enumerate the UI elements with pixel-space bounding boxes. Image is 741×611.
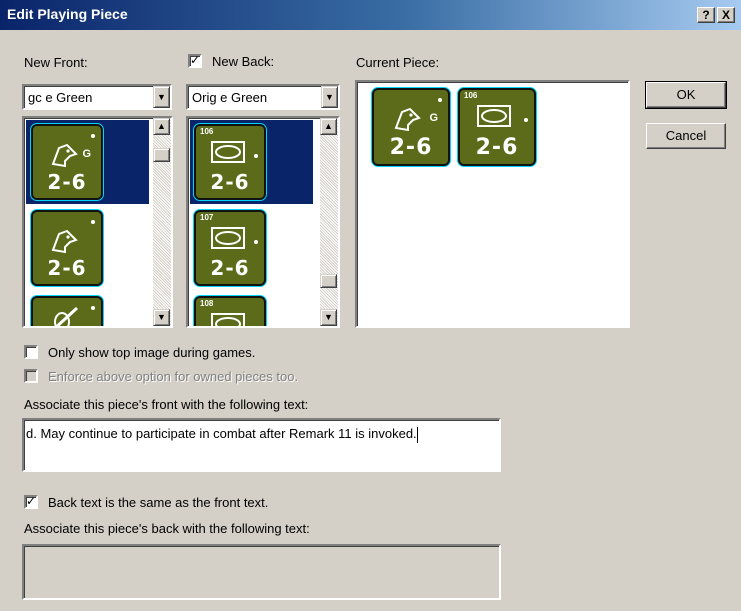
oval-frame-icon [477,105,511,127]
counter-letter: G [429,112,438,124]
counter-number: 106 [200,127,214,136]
dot-icon [254,154,258,158]
front-text-value: d. May continue to participate in combat… [26,426,417,441]
enforce-owned-checkbox [24,369,38,383]
title-bar: Edit Playing Piece ? X [0,0,741,30]
edit-playing-piece-dialog: Edit Playing Piece ? X New Front: gc e G… [0,0,741,611]
front-select-value: gc e Green [28,90,93,105]
only-top-image-checkbox[interactable] [24,345,38,359]
back-list-scrollbar[interactable]: ▲ ▼ [320,118,338,326]
counter-number: 108 [200,299,214,308]
dot-icon [524,118,528,122]
back-list-item[interactable]: 106 2-6 [190,120,313,204]
back-list-item[interactable]: 108 [190,292,313,326]
scroll-thumb[interactable] [320,274,337,288]
counter-value: 2-6 [475,135,519,160]
front-counter [31,296,103,326]
front-list-item[interactable]: G 2-6 [26,120,149,204]
front-piece-list[interactable]: G 2-6 2-6 ▲ ▼ [22,116,173,328]
ok-button[interactable]: OK [645,81,727,109]
horse-head-icon [394,107,421,132]
oval-frame-icon [211,227,245,249]
front-image-select[interactable]: gc e Green ▼ [22,84,172,110]
back-dropdown-arrow-icon[interactable]: ▼ [321,86,338,108]
counter-value: 2-6 [210,170,250,194]
current-piece-label: Current Piece: [356,55,440,70]
back-counter: 106 2-6 [194,124,266,200]
front-dropdown-arrow-icon[interactable]: ▼ [153,86,170,108]
back-counter: 108 [194,296,266,326]
counter-value: 2-6 [47,256,87,280]
back-text-label: Associate this piece's back with the fol… [24,521,310,536]
current-back-counter: 106 2-6 [458,88,536,166]
counter-value: 2-6 [210,256,250,280]
dot-icon [438,98,442,102]
horse-head-icon [51,229,78,254]
front-counter: G 2-6 [31,124,103,200]
back-list-item[interactable]: 107 2-6 [190,206,313,290]
front-list-scrollbar[interactable]: ▲ ▼ [153,118,171,326]
window-title: Edit Playing Piece [7,6,128,22]
scroll-down-arrow-icon[interactable]: ▼ [153,309,170,326]
only-top-image-label: Only show top image during games. [48,345,256,360]
back-image-select[interactable]: Orig e Green ▼ [186,84,340,110]
dot-icon [91,134,95,138]
oval-frame-icon [211,141,245,163]
scroll-up-arrow-icon[interactable]: ▲ [320,118,337,135]
oval-frame-icon [211,313,245,326]
front-text-field[interactable]: d. May continue to participate in combat… [22,418,501,472]
scroll-up-arrow-icon[interactable]: ▲ [153,118,170,135]
back-counter: 107 2-6 [194,210,266,286]
horse-head-icon [51,143,78,168]
cancel-button[interactable]: Cancel [646,123,726,149]
new-back-checkbox[interactable]: ✓ [188,54,202,68]
current-piece-preview: G 2-6 106 2-6 [355,80,630,328]
cavalry-sword-icon [54,306,79,326]
back-text-same-label: Back text is the same as the front text. [48,495,269,510]
back-text-same-checkbox[interactable]: ✓ [24,495,38,509]
new-front-label: New Front: [24,55,88,70]
dot-icon [91,306,95,310]
front-text-label: Associate this piece's front with the fo… [24,397,309,412]
enforce-owned-label: Enforce above option for owned pieces to… [48,369,299,384]
current-front-counter: G 2-6 [372,88,450,166]
back-text-field [22,544,501,600]
front-list-item[interactable]: 2-6 [26,206,149,290]
counter-number: 107 [200,213,214,222]
counter-number: 106 [464,91,478,100]
help-button[interactable]: ? [697,7,715,23]
close-button[interactable]: X [717,7,735,23]
counter-value: 2-6 [389,135,433,160]
front-counter: 2-6 [31,210,103,286]
counter-value: 2-6 [47,170,87,194]
dot-icon [254,240,258,244]
front-list-item[interactable] [26,292,149,326]
back-select-value: Orig e Green [192,90,268,105]
back-piece-list[interactable]: 106 2-6 107 2-6 108 ▲ ▼ [186,116,340,328]
dot-icon [91,220,95,224]
new-back-label: New Back: [212,54,275,69]
scroll-down-arrow-icon[interactable]: ▼ [320,309,337,326]
scroll-thumb[interactable] [153,148,170,162]
counter-letter: G [82,148,91,160]
text-caret [416,426,418,443]
